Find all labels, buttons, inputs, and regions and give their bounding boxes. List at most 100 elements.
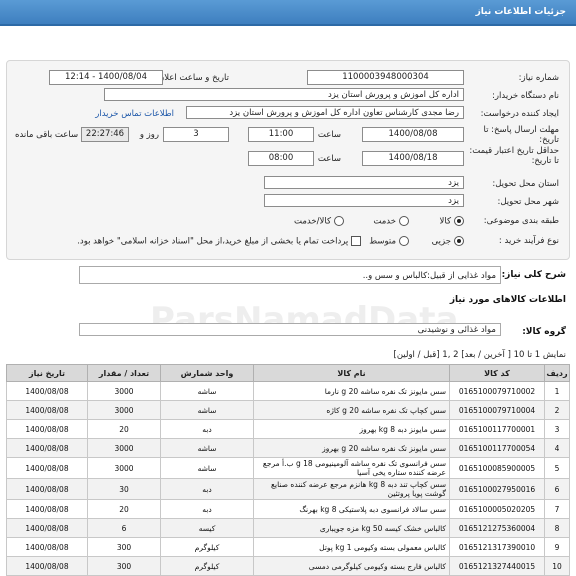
- cell-product-code: 0165100117700054: [449, 438, 545, 458]
- cell-need-date: 1400/08/08: [6, 537, 88, 557]
- cell-product-code: 0165100117700001: [449, 419, 545, 439]
- days-field: 3: [163, 127, 229, 142]
- page-header: جزئیات اطلاعات نیاز: [0, 0, 576, 26]
- cell-need-date: 1400/08/08: [6, 400, 88, 420]
- cell-unit: دبه: [160, 419, 254, 439]
- description-field: مواد غذایی از قبیل:کالباس و سس و..: [79, 266, 501, 284]
- category-label: طبقه بندی موضوعی:: [483, 216, 559, 226]
- cell-product-code: 0165100027950016: [449, 478, 545, 500]
- remaining-label: ساعت باقی مانده: [15, 130, 79, 140]
- cell-product-name: سس کچاپ تند دبه 8 kg هانزم مرجع عرضه کنن…: [253, 478, 450, 500]
- cell-product-name: کالباس فارج بسته وکیومی کیلوگرمی دمسی: [253, 556, 450, 576]
- table-row[interactable]: 2 0165100079710004 سس کچاپ تک نفره ساشه 20…: [6, 400, 570, 420]
- table-row[interactable]: 4 0165100117700054 سس مایونز تک نفره ساشه …: [6, 438, 570, 458]
- cell-row-number: 5: [544, 457, 570, 479]
- need-details-panel: شماره نیاز: 1100003948000304 تاریخ و ساع…: [6, 60, 570, 260]
- cell-need-date: 1400/08/08: [6, 556, 88, 576]
- creator-label: ایجاد کننده درخواست:: [480, 109, 559, 119]
- radio-icon[interactable]: [454, 236, 464, 246]
- table-row[interactable]: 3 0165100117700001 سس مایونز دبه 8 kg بهرو…: [6, 419, 570, 439]
- description-label: شرح کلی نیاز:: [501, 270, 566, 280]
- cell-unit: ساشه: [160, 400, 254, 420]
- cell-product-code: 0165121275360004: [449, 518, 545, 538]
- category-option-service[interactable]: خدمت: [373, 216, 409, 227]
- announce-field: 1400/08/04 - 12:14: [49, 70, 163, 85]
- treasury-note: پرداخت تمام یا بخشی از مبلغ خرید،از محل …: [77, 236, 349, 247]
- radio-icon[interactable]: [454, 216, 464, 226]
- cell-row-number: 8: [544, 518, 570, 538]
- validity-time-field: 08:00: [248, 151, 314, 166]
- process-label: نوع فرآیند خرید :: [498, 236, 559, 246]
- cell-product-code: 0165100005020205: [449, 499, 545, 519]
- need-number-field: 1100003948000304: [307, 70, 464, 85]
- province-label: استان محل تحویل:: [492, 179, 559, 189]
- goods-section-title: اطلاعات کالاهای مورد نیاز: [449, 295, 566, 305]
- table-header-row: ردیف کد کالا نام کالا واحد شمارش تعداد /…: [6, 364, 570, 382]
- cell-need-date: 1400/08/08: [6, 478, 88, 500]
- process-option-medium[interactable]: متوسط: [369, 236, 409, 247]
- cell-product-name: سس سالاد فرانسوی دبه پلاستیکی 8 kg بهرنگ: [253, 499, 450, 519]
- radio-icon[interactable]: [334, 216, 344, 226]
- buyer-org-label: نام دستگاه خریدار:: [492, 91, 559, 101]
- remaining-time-field: 22:27:46: [81, 127, 129, 142]
- creator-field: رضا مجدی کارشناس تعاون اداره کل اموزش و …: [186, 106, 464, 119]
- table-row[interactable]: 1 0165100079710002 سس مایونز تک نفره ساشه …: [6, 381, 570, 401]
- cell-need-date: 1400/08/08: [6, 457, 88, 479]
- table-row[interactable]: 7 0165100005020205 سس سالاد فرانسوی دبه پل…: [6, 499, 570, 519]
- cell-quantity: 3000: [87, 381, 161, 401]
- category-option-both[interactable]: کالا/خدمت: [294, 216, 344, 227]
- checkbox-icon[interactable]: [351, 236, 361, 246]
- table-row[interactable]: 5 0165100085900005 سس فرانسوی تک نفره ساشه…: [6, 457, 570, 479]
- radio-icon[interactable]: [399, 216, 409, 226]
- cell-quantity: 3000: [87, 400, 161, 420]
- cell-unit: ساشه: [160, 438, 254, 458]
- cell-row-number: 3: [544, 419, 570, 439]
- process-option-partial[interactable]: جزیی: [432, 236, 464, 247]
- category-option-goods[interactable]: کالا: [440, 216, 464, 227]
- cell-quantity: 20: [87, 419, 161, 439]
- cell-product-name: سس مایونز تک نفره ساشه 20 g نارما: [253, 381, 450, 401]
- province-field: یزد: [264, 176, 464, 189]
- validity-date-field: 1400/08/18: [362, 151, 464, 166]
- deadline-label: مهلت ارسال پاسخ: تا تاریخ:: [483, 125, 559, 145]
- cell-product-name: کالباس معمولی بسته وکیومی 1 kg پوتل: [253, 537, 450, 557]
- table-row[interactable]: 9 0165121317390010 کالباس معمولی بسته وکیو…: [6, 537, 570, 557]
- cell-row-number: 10: [544, 556, 570, 576]
- need-number-label: شماره نیاز:: [518, 73, 559, 83]
- cell-unit: کیلوگرم: [160, 556, 254, 576]
- col-row-header: ردیف: [544, 364, 570, 382]
- table-row[interactable]: 8 0165121275360004 کالباس خشک کیسه 50 kg م…: [6, 518, 570, 538]
- cell-product-name: کالباس خشک کیسه 50 kg مزه جویباری: [253, 518, 450, 538]
- cell-product-code: 0165121317390010: [449, 537, 545, 557]
- cell-row-number: 1: [544, 381, 570, 401]
- col-code-header: کد کالا: [449, 364, 545, 382]
- goods-table-body: 1 0165100079710002 سس مایونز تک نفره ساشه …: [6, 381, 570, 576]
- table-row[interactable]: 6 0165100027950016 سس کچاپ تند دبه 8 kg ها…: [6, 478, 570, 500]
- cell-quantity: 300: [87, 537, 161, 557]
- page-title: جزئیات اطلاعات نیاز: [475, 7, 566, 17]
- cell-row-number: 9: [544, 537, 570, 557]
- cell-row-number: 6: [544, 478, 570, 500]
- table-row[interactable]: 10 0165121327440015 کالباس فارج بسته وکیوم…: [6, 556, 570, 576]
- treasury-checkbox-row[interactable]: پرداخت تمام یا بخشی از مبلغ خرید،از محل …: [77, 236, 361, 247]
- city-field: یزد: [264, 194, 464, 207]
- goods-group-field: مواد غذائی و نوشیدنی: [79, 323, 501, 336]
- cell-quantity: 3000: [87, 457, 161, 479]
- col-date-header: تاریخ نیاز: [6, 364, 88, 382]
- cell-row-number: 2: [544, 400, 570, 420]
- cell-product-code: 0165100085900005: [449, 457, 545, 479]
- buyer-contact-link[interactable]: اطلاعات تماس خریدار: [95, 109, 174, 119]
- cell-row-number: 4: [544, 438, 570, 458]
- buyer-org-field: اداره کل اموزش و پرورش استان یزد: [104, 88, 464, 101]
- cell-row-number: 7: [544, 499, 570, 519]
- goods-group-label: گروه کالا:: [522, 327, 566, 337]
- cell-need-date: 1400/08/08: [6, 419, 88, 439]
- cell-unit: ساشه: [160, 457, 254, 479]
- radio-icon[interactable]: [399, 236, 409, 246]
- pagination[interactable]: نمایش 1 تا 10 [ آخرین / بعد] 2 ,1 [قبل /…: [394, 350, 566, 360]
- days-label: روز و: [139, 130, 159, 140]
- cell-quantity: 30: [87, 478, 161, 500]
- cell-unit: کیلوگرم: [160, 537, 254, 557]
- deadline-time-label: ساعت: [317, 130, 341, 140]
- cell-unit: کیسه: [160, 518, 254, 538]
